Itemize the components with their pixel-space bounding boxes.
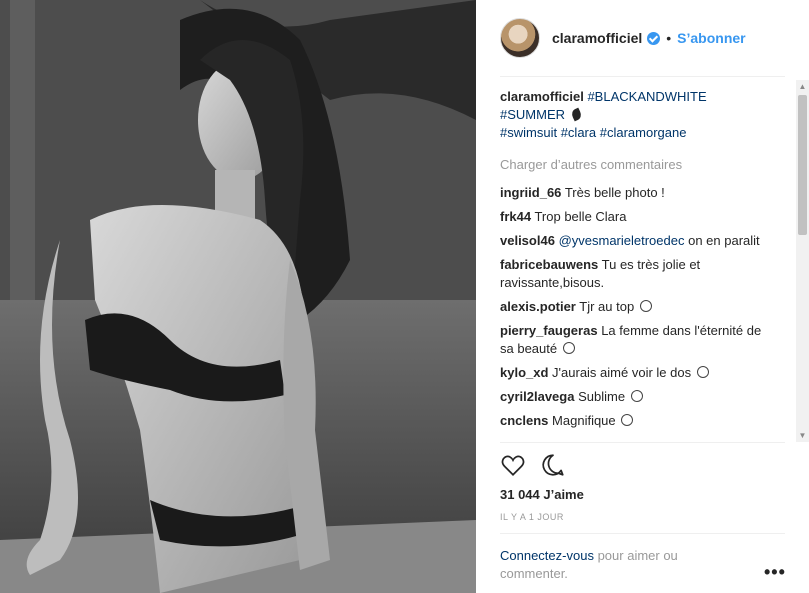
comment-username[interactable]: pierry_faugeras [500, 323, 598, 338]
comment-icon[interactable] [540, 452, 566, 478]
user-avatar[interactable] [500, 18, 540, 58]
photo-image [0, 0, 476, 593]
smiley-emoji-icon [696, 366, 709, 378]
divider [500, 533, 785, 534]
verified-badge-icon [647, 31, 661, 45]
wow-emoji-icon [630, 390, 643, 402]
comment-item: cnclens Magnifique [500, 412, 770, 430]
header-username[interactable]: claramofficiel [552, 30, 642, 46]
comment-username[interactable]: velisol46 [500, 233, 555, 248]
comment-text: Très belle photo ! [564, 185, 665, 200]
comment-username[interactable]: ingriid_66 [500, 185, 561, 200]
comment-text: Trop belle Clara [534, 209, 627, 224]
heart-eyes-emoji-icon [562, 342, 575, 354]
login-link[interactable]: Connectez-vous [500, 548, 594, 563]
comment-username[interactable]: frk44 [500, 209, 531, 224]
comments-list[interactable]: claramofficiel #BLACKANDWHITE #SUMMER #s… [500, 88, 770, 438]
comment-username[interactable]: fabricebauwens [500, 257, 598, 272]
hashtag-link[interactable]: #clara [561, 125, 596, 140]
comment-username[interactable]: cnclens [500, 413, 548, 428]
comment-item: cyril2lavega Sublime [500, 388, 770, 406]
comment-item: velisol46 @yvesmarieletroedec on en para… [500, 232, 770, 250]
comment-item: pierry_faugeras La femme dans l'éternité… [500, 322, 770, 358]
comment-text: Sublime [578, 389, 626, 404]
instagram-post-view: claramofficiel • S’abonner claramofficie… [0, 0, 809, 593]
post-side-panel: claramofficiel • S’abonner claramofficie… [476, 0, 809, 593]
likes-count[interactable]: 31 044 J’aime [500, 487, 584, 502]
post-caption: claramofficiel #BLACKANDWHITE #SUMMER #s… [500, 88, 770, 142]
post-timestamp: IL Y A 1 JOUR [500, 512, 564, 522]
smiley-emoji-icon [621, 414, 634, 426]
comment-item: frk44 Trop belle Clara [500, 208, 770, 226]
comment-item: kylo_xd J'aurais aimé voir le dos [500, 364, 770, 382]
scrollbar-thumb[interactable] [798, 95, 807, 235]
comment-text: on en paralit [688, 233, 760, 248]
post-header: claramofficiel • S’abonner [476, 0, 809, 76]
comment-item: alexis.potier Tjr au top [500, 298, 770, 316]
header-separator: • [666, 30, 672, 46]
comment-username[interactable]: cyril2lavega [500, 389, 574, 404]
heart-icon[interactable] [500, 452, 526, 478]
comment-text: J'aurais aimé voir le dos [552, 365, 692, 380]
comments-scrollbar[interactable]: ▲ ▼ [796, 80, 809, 442]
comment-username[interactable]: kylo_xd [500, 365, 548, 380]
divider [500, 76, 785, 77]
comment-item: fabricebauwens Tu es très jolie et ravis… [500, 256, 770, 292]
comment-username[interactable]: alexis.potier [500, 299, 576, 314]
mention-link[interactable]: @yvesmarieletroedec [559, 233, 685, 248]
hashtag-link[interactable]: #claramorgane [600, 125, 687, 140]
caption-username[interactable]: claramofficiel [500, 89, 584, 104]
hashtag-link[interactable]: #BLACKANDWHITE [587, 89, 706, 104]
scroll-down-arrow-icon[interactable]: ▼ [796, 429, 809, 442]
scroll-up-arrow-icon[interactable]: ▲ [796, 80, 809, 93]
hashtag-link[interactable]: #swimsuit [500, 125, 557, 140]
divider [500, 442, 785, 443]
follow-button[interactable]: S’abonner [677, 30, 745, 46]
leaf-emoji-icon [569, 107, 583, 122]
comment-item: ingriid_66 Très belle photo ! [500, 184, 770, 202]
comment-text: Magnifique [552, 413, 616, 428]
hashtag-link[interactable]: #SUMMER [500, 107, 565, 122]
comment-text: Tjr au top [579, 299, 635, 314]
smiley-emoji-icon [639, 300, 652, 312]
more-options-icon[interactable]: ••• [764, 562, 786, 583]
post-actions [500, 452, 566, 478]
login-prompt: Connectez-vous pour aimer ou commenter. [500, 547, 720, 583]
load-more-comments-button[interactable]: Charger d’autres commentaires [500, 156, 770, 174]
post-photo[interactable] [0, 0, 476, 593]
